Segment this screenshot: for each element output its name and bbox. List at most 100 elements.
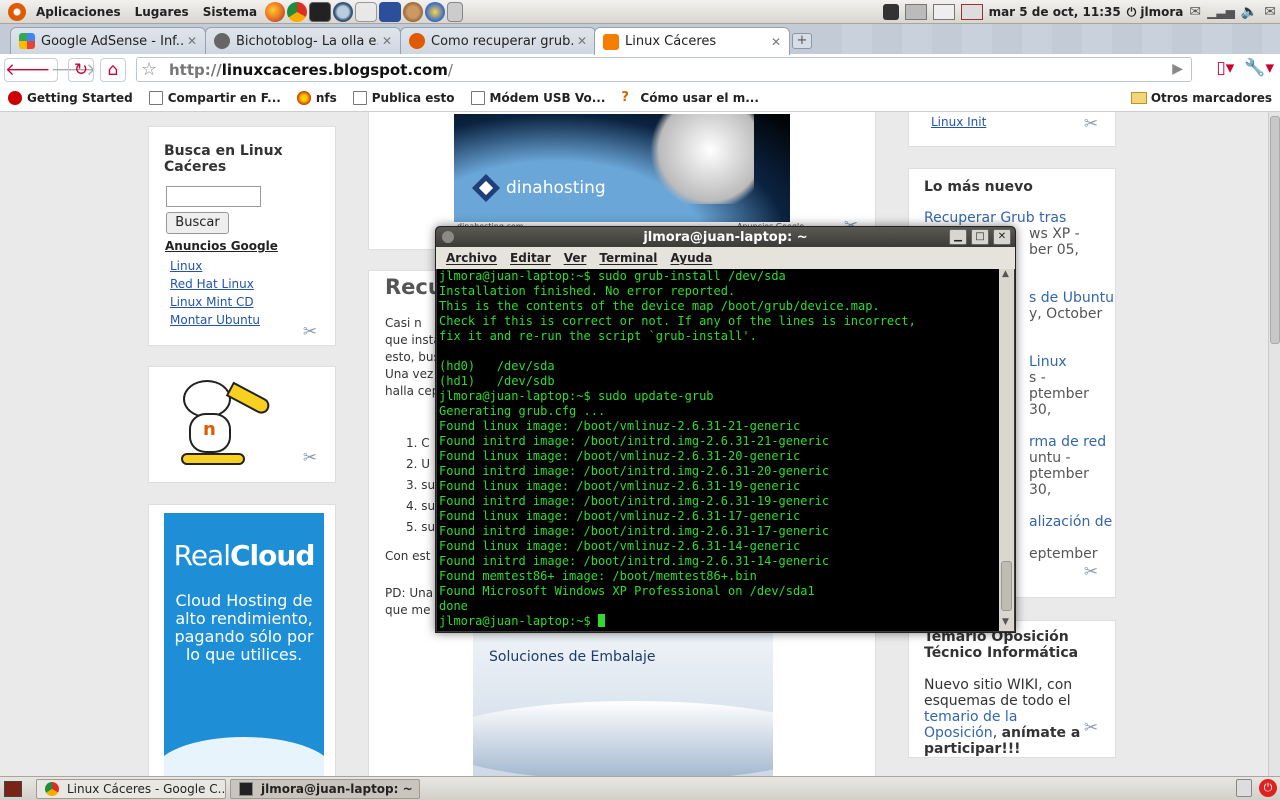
workspace-2[interactable] <box>932 4 955 20</box>
address-bar[interactable]: ☆ http://linuxcaceres.blogspot.com / ▶ <box>136 57 1192 82</box>
taskbar-chrome[interactable]: Linux Cáceres - Google C... <box>36 778 226 799</box>
latest-item-link[interactable]: s de Ubuntu <box>1029 290 1114 306</box>
scroll-up-icon[interactable]: ▲ <box>1002 269 1009 279</box>
edit-widget-icon[interactable]: ✂ <box>301 449 319 467</box>
ad-link-montar-ubuntu[interactable]: Montar Ubuntu <box>170 313 260 327</box>
bookmark-compartir[interactable]: Compartir en F... <box>148 91 281 105</box>
alltray-launcher-icon[interactable] <box>379 1 402 22</box>
workspace-1[interactable] <box>904 4 927 20</box>
home-button[interactable]: ⌂ <box>100 57 126 82</box>
gimp-launcher-icon[interactable] <box>403 1 424 22</box>
latest-item-link[interactable]: alización de <box>1029 514 1112 530</box>
ads-title[interactable]: Anuncios Google <box>165 239 278 253</box>
terminal-titlebar[interactable]: jlmora@juan-laptop: ~ ▁ □ ✕ <box>436 227 1015 247</box>
edit-widget-icon[interactable]: ✂ <box>1082 719 1100 737</box>
chrome-launcher-icon[interactable] <box>287 1 308 22</box>
edit-widget-icon[interactable]: ✂ <box>1082 563 1100 581</box>
edit-widget-icon[interactable]: ✂ <box>301 323 319 341</box>
places-menu[interactable]: Lugares <box>128 5 196 19</box>
tool-launcher-icon[interactable] <box>447 1 464 22</box>
ad-link-redhat[interactable]: Red Hat Linux <box>170 277 260 291</box>
ubuntu-logo-icon[interactable] <box>8 2 26 21</box>
page-scrollbar[interactable] <box>1268 112 1280 776</box>
firefox-launcher-icon[interactable] <box>265 1 286 22</box>
mail-icon[interactable]: ✉ <box>1189 4 1201 20</box>
bookmark-star-icon[interactable]: ☆ <box>141 59 157 80</box>
terminal-line: Found initrd image: /boot/initrd.img-2.6… <box>439 524 830 538</box>
edit-widget-icon[interactable]: ✂ <box>1082 115 1100 133</box>
window-menu-icon[interactable] <box>442 231 454 243</box>
workspace-3[interactable] <box>960 4 983 20</box>
menu-editar[interactable]: Editar <box>510 251 551 265</box>
power-icon[interactable]: ⏻ <box>1259 779 1277 797</box>
bookmark-nfs[interactable]: nfs <box>296 91 337 105</box>
realcloud-ad[interactable]: RealCloud Cloud Hosting de alto rendimie… <box>164 513 324 776</box>
close-tab-icon[interactable]: ✕ <box>382 34 392 48</box>
terminal-window[interactable]: jlmora@juan-laptop: ~ ▁ □ ✕ Archivo Edit… <box>435 226 1016 633</box>
close-tab-icon[interactable]: ✕ <box>771 35 781 49</box>
wrench-menu-icon[interactable]: 🔧▾ <box>1244 58 1274 78</box>
applications-menu[interactable]: Aplicaciones <box>29 5 128 19</box>
post-line: PD: Una <box>385 586 434 600</box>
tab-bichotoblog[interactable]: Bichotoblog- La olla e... ✕ <box>205 27 401 54</box>
terminal-line: Found initrd image: /boot/initrd.img-2.6… <box>439 434 830 448</box>
close-button[interactable]: ✕ <box>993 229 1011 245</box>
mail-icon-2[interactable]: ✉ <box>1264 4 1276 20</box>
reload-button[interactable]: ↻ <box>68 57 94 82</box>
show-desktop-icon[interactable] <box>4 780 22 797</box>
linux-init-link[interactable]: Linux Init <box>931 115 986 129</box>
search-button[interactable]: Buscar <box>166 212 229 234</box>
network-icon[interactable]: ▁▃▅ <box>1207 5 1235 19</box>
menu-terminal[interactable]: Terminal <box>599 251 657 265</box>
bookmark-publica[interactable]: Publica esto <box>352 91 455 105</box>
bookmark-modem[interactable]: Módem USB Vo... <box>470 91 605 105</box>
trash-icon[interactable] <box>1236 779 1252 797</box>
lock-icon[interactable] <box>882 4 899 20</box>
system-menu[interactable]: Sistema <box>196 5 264 19</box>
close-tab-icon[interactable]: ✕ <box>187 34 197 48</box>
go-arrow-icon[interactable]: ▶ <box>1172 61 1183 77</box>
maximize-button[interactable]: □ <box>971 229 989 245</box>
terminal-output[interactable]: jlmora@juan-laptop:~$ sudo grub-install … <box>437 269 1000 631</box>
menu-ver[interactable]: Ver <box>564 251 587 265</box>
terminal-scrollbar-thumb[interactable] <box>1001 561 1012 611</box>
mail-launcher-icon[interactable] <box>355 1 378 22</box>
tab-recuperar-grub[interactable]: Como recuperar grub... ✕ <box>400 27 596 54</box>
latest-item-link[interactable]: Linux <box>1029 354 1067 370</box>
other-bookmarks[interactable]: Otros marcadores <box>1130 91 1272 105</box>
terminal-line: Found linux image: /boot/vmlinuz-2.6.31-… <box>439 479 801 493</box>
list-item: 5. su <box>406 520 436 534</box>
volume-icon[interactable]: 🔈 <box>1241 4 1258 20</box>
thunderbird-launcher-icon[interactable] <box>333 1 354 22</box>
tab-linux-caceres[interactable]: Linux Cáceres ✕ <box>594 27 790 55</box>
bookmark-como-usar[interactable]: ? Cómo usar el m... <box>621 91 758 106</box>
latest-item-link[interactable]: rma de red <box>1029 434 1106 450</box>
messenger-launcher-icon[interactable] <box>425 1 446 22</box>
ad-link-linux[interactable]: Linux <box>170 259 260 273</box>
terminal-line: fix it and re-run the script `grub-insta… <box>439 329 757 343</box>
tab-adsense[interactable]: Google AdSense - Inf... ✕ <box>10 27 206 54</box>
terminal-launcher-icon[interactable] <box>309 1 332 22</box>
terminal-scrollbar[interactable]: ▲ ▼ <box>999 269 1014 631</box>
back-button[interactable]: 🡐 🡒 <box>4 57 96 82</box>
user-menu[interactable]: ⏻ jlmora <box>1127 5 1184 20</box>
dinahosting-ad[interactable]: dinahosting <box>454 114 790 222</box>
bookmark-getting-started[interactable]: Getting Started <box>8 91 133 105</box>
page-menu-icon[interactable]: ▯▾ <box>1216 58 1234 78</box>
scroll-down-icon[interactable]: ▼ <box>1002 617 1009 627</box>
minimize-button[interactable]: ▁ <box>949 229 967 245</box>
page-scrollbar-thumb[interactable] <box>1270 116 1280 344</box>
embalaje-ad[interactable]: Soluciones de Embalaje <box>473 631 773 776</box>
new-tab-button[interactable]: + <box>792 33 812 49</box>
taskbar-terminal[interactable]: jlmora@juan-laptop: ~ <box>230 778 420 799</box>
clock[interactable]: mar 5 de oct, 11:35 <box>989 5 1121 19</box>
menu-ayuda[interactable]: Ayuda <box>670 251 712 265</box>
tab-title: Bichotoblog- La olla e... <box>236 33 378 49</box>
terminal-line: jlmora@juan-laptop:~$ sudo update-grub <box>439 389 714 403</box>
menu-archivo[interactable]: Archivo <box>446 251 497 265</box>
search-input[interactable] <box>166 186 261 207</box>
close-tab-icon[interactable]: ✕ <box>577 34 587 48</box>
astronaut-shape <box>644 114 754 204</box>
ad-link-mint[interactable]: Linux Mint CD <box>170 295 260 309</box>
latest-item-link[interactable]: Recuperar Grub tras <box>924 210 1066 226</box>
